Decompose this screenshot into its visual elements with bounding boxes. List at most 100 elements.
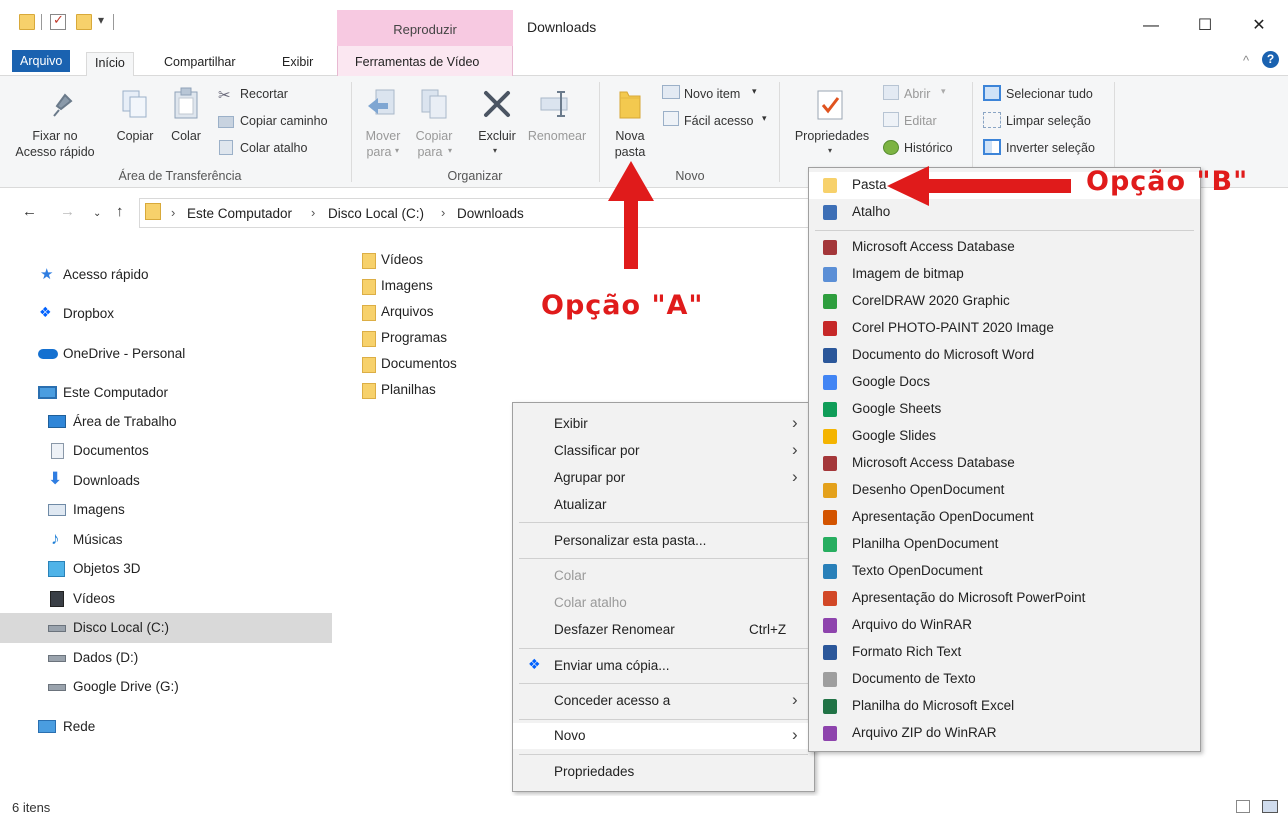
submenu-item[interactable]: CorelDRAW 2020 Graphic <box>809 288 1200 315</box>
sidebar-item-disco-local[interactable]: Disco Local (C:) <box>0 613 332 643</box>
copy-to-dropdown-icon[interactable]: ▾ <box>448 146 452 155</box>
submenu-item[interactable]: Desenho OpenDocument <box>809 477 1200 504</box>
menu-item-colar-atalho[interactable]: Colar atalho <box>513 590 814 616</box>
submenu-item[interactable]: Planilha OpenDocument <box>809 531 1200 558</box>
copy-to-button-line1[interactable]: Copiar <box>410 128 458 144</box>
sidebar-item-dados[interactable]: Dados (D:) <box>0 643 332 673</box>
tab-arquivo[interactable]: Arquivo <box>12 50 71 72</box>
edit-button[interactable]: Editar <box>904 113 937 129</box>
submenu-item[interactable]: Arquivo do WinRAR <box>809 612 1200 639</box>
sidebar-item-dropbox[interactable]: ❖ Dropbox <box>0 299 332 329</box>
sidebar-item-label: Dados (D:) <box>73 650 139 665</box>
submenu-item[interactable]: Google Docs <box>809 369 1200 396</box>
sidebar-item-musicas[interactable]: ♪ Músicas <box>0 525 332 555</box>
submenu-item[interactable]: Google Sheets <box>809 396 1200 423</box>
menu-item-atualizar[interactable]: Atualizar <box>513 492 814 518</box>
up-arrow-icon[interactable]: ↑ <box>116 203 124 220</box>
submenu-item[interactable]: Microsoft Access Database <box>809 234 1200 261</box>
submenu-item[interactable]: Microsoft Access Database <box>809 450 1200 477</box>
menu-item-classificar[interactable]: Classificar por › <box>513 438 814 464</box>
breadcrumb-disco-local[interactable]: Disco Local (C:) <box>328 206 424 221</box>
breadcrumb-este-computador[interactable]: Este Computador <box>187 206 292 221</box>
minimize-button[interactable]: — <box>1128 10 1174 42</box>
rename-button[interactable]: Renomear <box>524 128 590 144</box>
submenu-item[interactable]: Documento do Microsoft Word <box>809 342 1200 369</box>
paste-button[interactable]: Colar <box>166 128 206 144</box>
properties-button[interactable]: Propriedades <box>788 128 876 144</box>
menu-item-novo[interactable]: Novo › <box>513 723 814 749</box>
submenu-item[interactable]: Corel PHOTO-PAINT 2020 Image <box>809 315 1200 342</box>
menu-item-enviar-copia[interactable]: ❖ Enviar uma cópia... <box>513 653 814 679</box>
sidebar-item-onedrive[interactable]: OneDrive - Personal <box>0 339 332 369</box>
move-to-button-line1[interactable]: Mover <box>358 128 408 144</box>
submenu-item[interactable]: Planilha do Microsoft Excel <box>809 693 1200 720</box>
folder-icon[interactable] <box>19 14 35 30</box>
menu-item-exibir[interactable]: Exibir › <box>513 411 814 437</box>
submenu-item[interactable]: Documento de Texto <box>809 666 1200 693</box>
menu-item-desfazer[interactable]: Desfazer Renomear Ctrl+Z <box>513 617 814 643</box>
sidebar-item-acesso-rapido[interactable]: ★ Acesso rápido <box>0 260 332 290</box>
recent-locations-chevron-icon[interactable]: ⌄ <box>93 208 101 219</box>
maximize-button[interactable]: ☐ <box>1182 10 1228 42</box>
pin-label-line2[interactable]: Acesso rápido <box>14 144 96 160</box>
select-none-button[interactable]: Limpar seleção <box>1006 113 1091 129</box>
submenu-item[interactable]: Imagem de bitmap <box>809 261 1200 288</box>
tab-inicio[interactable]: Início <box>86 52 134 77</box>
breadcrumb-downloads[interactable]: Downloads <box>457 206 524 221</box>
delete-button[interactable]: Excluir <box>472 128 522 144</box>
sidebar-item-videos[interactable]: Vídeos <box>0 584 332 614</box>
menu-item-colar[interactable]: Colar <box>513 563 814 589</box>
sidebar-item-rede[interactable]: Rede <box>0 712 332 742</box>
menu-item-propriedades[interactable]: Propriedades <box>513 759 814 785</box>
new-item-button[interactable]: Novo item <box>684 86 740 102</box>
close-button[interactable]: ✕ <box>1236 10 1282 42</box>
new-folder-icon[interactable] <box>76 14 92 30</box>
move-to-dropdown-icon[interactable]: ▾ <box>395 146 399 155</box>
submenu-item[interactable]: Formato Rich Text <box>809 639 1200 666</box>
submenu-item[interactable]: Texto OpenDocument <box>809 558 1200 585</box>
history-button[interactable]: Histórico <box>904 140 953 156</box>
help-icon[interactable]: ? <box>1262 51 1279 68</box>
open-dropdown-icon[interactable]: ▾ <box>941 86 946 97</box>
menu-item-personalizar[interactable]: Personalizar esta pasta... <box>513 528 814 554</box>
forward-arrow-icon[interactable]: → <box>60 203 75 220</box>
details-view-icon[interactable] <box>1236 800 1250 813</box>
properties-check-icon[interactable] <box>50 12 66 30</box>
sidebar-item-objetos-3d[interactable]: Objetos 3D <box>0 554 332 584</box>
back-arrow-icon[interactable]: ← <box>22 203 37 220</box>
copy-button[interactable]: Copiar <box>112 128 158 144</box>
collapse-ribbon-icon[interactable]: ^ <box>1243 53 1249 68</box>
sidebar-item-documentos[interactable]: Documentos <box>0 436 332 466</box>
sidebar-item-google-drive[interactable]: Google Drive (G:) <box>0 672 332 702</box>
submenu-item[interactable]: Arquivo ZIP do WinRAR <box>809 720 1200 747</box>
sidebar-item-area-de-trabalho[interactable]: Área de Trabalho <box>0 407 332 437</box>
pin-label-line1[interactable]: Fixar no <box>16 128 94 144</box>
select-all-button[interactable]: Selecionar tudo <box>1006 86 1093 102</box>
large-icons-view-icon[interactable] <box>1262 800 1278 813</box>
delete-dropdown-icon[interactable]: ▾ <box>493 146 497 155</box>
new-item-dropdown-icon[interactable]: ▾ <box>752 86 757 97</box>
submenu-item[interactable]: Apresentação OpenDocument <box>809 504 1200 531</box>
copy-to-button-line2[interactable]: para <box>406 144 454 160</box>
invert-selection-button[interactable]: Inverter seleção <box>1006 140 1095 156</box>
paste-shortcut-button[interactable]: Colar atalho <box>240 140 307 156</box>
open-button[interactable]: Abrir <box>904 86 930 102</box>
tab-ferramentas-de-video[interactable]: Ferramentas de Vídeo <box>349 52 485 76</box>
sidebar-item-este-computador[interactable]: Este Computador <box>0 378 332 408</box>
pin-icon <box>53 93 73 117</box>
new-folder-button-line1[interactable]: Nova <box>608 128 652 144</box>
tab-compartilhar[interactable]: Compartilhar <box>158 52 242 76</box>
copy-path-button[interactable]: Copiar caminho <box>240 113 328 129</box>
submenu-item[interactable]: Google Slides <box>809 423 1200 450</box>
easy-access-button[interactable]: Fácil acesso <box>684 113 753 129</box>
quick-access-dropdown-icon[interactable]: ▾ <box>98 13 104 27</box>
easy-access-dropdown-icon[interactable]: ▾ <box>762 113 767 124</box>
sidebar-item-downloads[interactable]: ⬇ Downloads <box>0 466 332 496</box>
submenu-item[interactable]: Apresentação do Microsoft PowerPoint <box>809 585 1200 612</box>
tab-exibir[interactable]: Exibir <box>276 52 319 76</box>
sidebar-item-imagens[interactable]: Imagens <box>0 495 332 525</box>
menu-item-agrupar[interactable]: Agrupar por › <box>513 465 814 491</box>
properties-dropdown-icon[interactable]: ▾ <box>828 146 832 155</box>
menu-item-conceder-acesso[interactable]: Conceder acesso a › <box>513 688 814 714</box>
cut-button[interactable]: Recortar <box>240 86 288 102</box>
